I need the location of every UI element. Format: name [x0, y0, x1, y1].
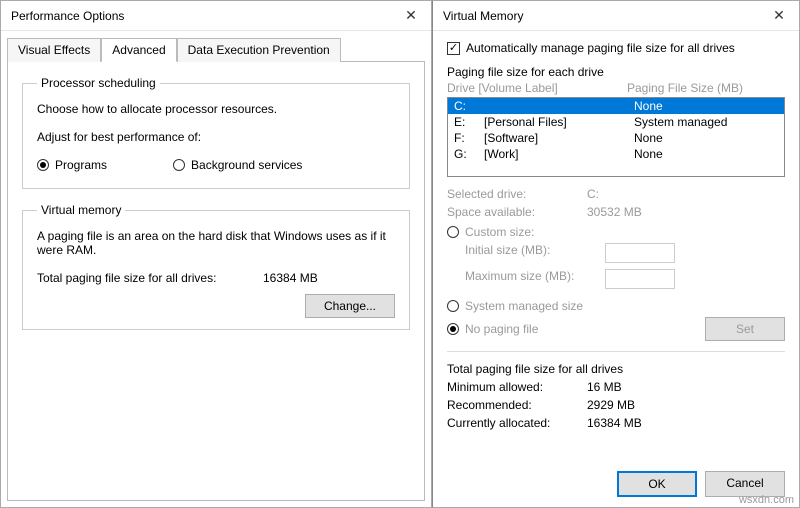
- virtual-memory-legend: Virtual memory: [37, 203, 125, 217]
- close-button[interactable]: ✕: [759, 1, 799, 31]
- processor-scheduling-legend: Processor scheduling: [37, 76, 160, 90]
- window-title: Virtual Memory: [443, 9, 759, 23]
- tab-dep[interactable]: Data Execution Prevention: [177, 38, 341, 62]
- no-paging-row: No paging file Set: [447, 317, 785, 341]
- no-paging-label: No paging file: [465, 322, 538, 336]
- set-button: Set: [705, 317, 785, 341]
- maximum-size-input: [605, 269, 675, 289]
- drive-list[interactable]: C: None E: [Personal Files] System manag…: [447, 97, 785, 177]
- custom-size-row: Custom size:: [447, 225, 785, 239]
- performance-options-window: Performance Options ✕ Visual Effects Adv…: [0, 0, 432, 508]
- ok-button[interactable]: OK: [617, 471, 697, 497]
- selected-drive-row: Selected drive: C:: [447, 187, 785, 201]
- virtual-memory-group: Virtual memory A paging file is an area …: [22, 203, 410, 330]
- maximum-size-row: Maximum size (MB):: [465, 269, 785, 289]
- window-titlebar: Performance Options ✕: [1, 1, 431, 31]
- col-size-label: Paging File Size (MB): [627, 81, 785, 95]
- processor-scheduling-group: Processor scheduling Choose how to alloc…: [22, 76, 410, 189]
- drive-label: [Personal Files]: [484, 115, 634, 129]
- change-button[interactable]: Change...: [305, 294, 395, 318]
- separator: [447, 351, 785, 352]
- drive-group-legend: Paging file size for each drive: [447, 65, 785, 79]
- drive-letter: E:: [454, 115, 484, 129]
- drive-row[interactable]: F: [Software] None: [448, 130, 784, 146]
- total-paging-row: Total paging file size for all drives: 1…: [37, 271, 395, 285]
- radio-no-paging: [447, 323, 459, 335]
- processor-scheduling-desc: Choose how to allocate processor resourc…: [37, 102, 395, 116]
- radio-system-managed: [447, 300, 459, 312]
- close-icon: ✕: [405, 7, 417, 24]
- drive-row[interactable]: E: [Personal Files] System managed: [448, 114, 784, 130]
- drive-label: [484, 99, 634, 113]
- window-title: Performance Options: [11, 9, 391, 23]
- radio-background[interactable]: [173, 159, 185, 171]
- drive-label: [Software]: [484, 131, 634, 145]
- auto-manage-row: Automatically manage paging file size fo…: [447, 41, 785, 55]
- col-drive-label: Drive [Volume Label]: [447, 81, 627, 95]
- tab-strip: Visual Effects Advanced Data Execution P…: [1, 31, 431, 61]
- minimum-row: Minimum allowed: 16 MB: [447, 380, 785, 394]
- close-icon: ✕: [773, 7, 785, 24]
- system-managed-label: System managed size: [465, 299, 583, 313]
- close-button[interactable]: ✕: [391, 1, 431, 31]
- custom-size-label: Custom size:: [465, 225, 534, 239]
- radio-custom-size: [447, 226, 459, 238]
- drive-row[interactable]: C: None: [448, 98, 784, 114]
- space-available-row: Space available: 30532 MB: [447, 205, 785, 219]
- recommended-label: Recommended:: [447, 398, 587, 412]
- drive-letter: C:: [454, 99, 484, 113]
- radio-programs-label: Programs: [55, 158, 107, 172]
- selected-drive-label: Selected drive:: [447, 187, 587, 201]
- drive-size: None: [634, 147, 778, 161]
- drive-letter: F:: [454, 131, 484, 145]
- virtual-memory-desc: A paging file is an area on the hard dis…: [37, 229, 395, 257]
- adjust-label: Adjust for best performance of:: [37, 130, 395, 144]
- auto-manage-checkbox[interactable]: [447, 42, 460, 55]
- tab-visual-effects[interactable]: Visual Effects: [7, 38, 101, 62]
- drive-size: System managed: [634, 115, 778, 129]
- radio-programs[interactable]: [37, 159, 49, 171]
- system-managed-row: System managed size: [447, 299, 785, 313]
- initial-size-row: Initial size (MB):: [465, 243, 785, 263]
- scheduling-radios: Programs Background services: [37, 158, 395, 172]
- selected-drive-value: C:: [587, 187, 599, 201]
- virtual-memory-window: Virtual Memory ✕ Automatically manage pa…: [432, 0, 800, 508]
- tab-panel-advanced: Processor scheduling Choose how to alloc…: [7, 61, 425, 501]
- drive-letter: G:: [454, 147, 484, 161]
- drive-group: Paging file size for each drive Drive [V…: [447, 65, 785, 177]
- currently-allocated-value: 16384 MB: [587, 416, 642, 430]
- recommended-value: 2929 MB: [587, 398, 635, 412]
- drive-row[interactable]: G: [Work] None: [448, 146, 784, 162]
- tab-advanced[interactable]: Advanced: [101, 38, 176, 62]
- initial-size-input: [605, 243, 675, 263]
- drive-list-header: Drive [Volume Label] Paging File Size (M…: [447, 81, 785, 97]
- minimum-label: Minimum allowed:: [447, 380, 587, 394]
- initial-size-label: Initial size (MB):: [465, 243, 605, 263]
- total-paging-label: Total paging file size for all drives:: [37, 271, 257, 285]
- watermark: wsxdn.com: [739, 494, 794, 506]
- window-titlebar: Virtual Memory ✕: [433, 1, 799, 31]
- minimum-value: 16 MB: [587, 380, 622, 394]
- currently-allocated-row: Currently allocated: 16384 MB: [447, 416, 785, 430]
- totals-legend: Total paging file size for all drives: [447, 362, 785, 376]
- recommended-row: Recommended: 2929 MB: [447, 398, 785, 412]
- virtual-memory-body: Automatically manage paging file size fo…: [433, 31, 799, 440]
- drive-size: None: [634, 131, 778, 145]
- maximum-size-label: Maximum size (MB):: [465, 269, 605, 289]
- auto-manage-label: Automatically manage paging file size fo…: [466, 41, 735, 55]
- radio-background-label: Background services: [191, 158, 302, 172]
- space-available-value: 30532 MB: [587, 205, 642, 219]
- currently-allocated-label: Currently allocated:: [447, 416, 587, 430]
- space-available-label: Space available:: [447, 205, 587, 219]
- drive-size: None: [634, 99, 778, 113]
- drive-label: [Work]: [484, 147, 634, 161]
- total-paging-value: 16384 MB: [263, 271, 318, 285]
